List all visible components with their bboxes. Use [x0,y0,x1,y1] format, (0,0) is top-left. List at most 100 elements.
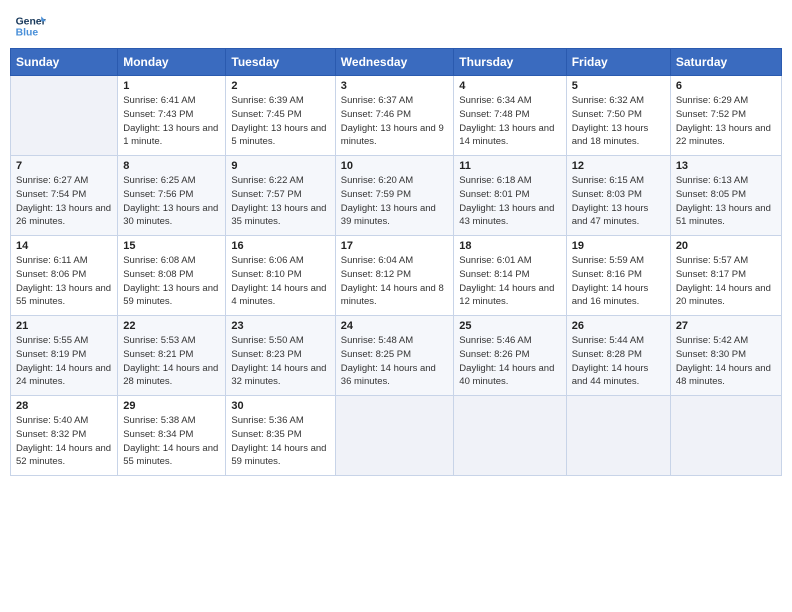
day-cell [454,396,566,476]
day-cell: 13 Sunrise: 6:13 AMSunset: 8:05 PMDayligh… [670,156,781,236]
day-number: 27 [676,320,776,332]
header-cell-saturday: Saturday [670,49,781,76]
day-cell: 30 Sunrise: 5:36 AMSunset: 8:35 PMDayligh… [226,396,335,476]
day-number: 13 [676,160,776,172]
week-row-3: 14Sunrise: 6:11 AMSunset: 8:06 PMDayligh… [11,236,782,316]
week-row-1: 1 Sunrise: 6:41 AMSunset: 7:43 PMDaylight… [11,76,782,156]
day-detail: Sunrise: 5:38 AMSunset: 8:34 PMDaylight:… [123,414,220,469]
day-number: 3 [341,80,449,92]
day-cell: 12 Sunrise: 6:15 AMSunset: 8:03 PMDayligh… [566,156,670,236]
calendar-table: SundayMondayTuesdayWednesdayThursdayFrid… [10,48,782,476]
day-detail: Sunrise: 5:48 AMSunset: 8:25 PMDaylight:… [341,334,449,389]
day-detail: Sunrise: 6:41 AMSunset: 7:43 PMDaylight:… [123,94,220,149]
day-number: 20 [676,240,776,252]
day-number: 26 [572,320,665,332]
day-number: 10 [341,160,449,172]
day-cell [11,76,118,156]
header-cell-monday: Monday [118,49,226,76]
day-number: 6 [676,80,776,92]
day-cell [335,396,454,476]
day-number: 16 [231,240,329,252]
day-cell: 22 Sunrise: 5:53 AMSunset: 8:21 PMDayligh… [118,316,226,396]
week-row-5: 28 Sunrise: 5:40 AMSunset: 8:32 PMDayligh… [11,396,782,476]
day-detail: Sunrise: 5:59 AMSunset: 8:16 PMDaylight:… [572,254,665,309]
day-number: 21 [16,320,112,332]
day-cell: 9 Sunrise: 6:22 AMSunset: 7:57 PMDaylight… [226,156,335,236]
day-detail: Sunrise: 6:18 AMSunset: 8:01 PMDaylight:… [459,174,560,229]
header-cell-tuesday: Tuesday [226,49,335,76]
day-cell: 24Sunrise: 5:48 AMSunset: 8:25 PMDayligh… [335,316,454,396]
day-detail: Sunrise: 6:06 AMSunset: 8:10 PMDaylight:… [231,254,329,309]
day-cell: 19 Sunrise: 5:59 AMSunset: 8:16 PMDayligh… [566,236,670,316]
day-cell: 23 Sunrise: 5:50 AMSunset: 8:23 PMDayligh… [226,316,335,396]
day-cell: 18 Sunrise: 6:01 AMSunset: 8:14 PMDayligh… [454,236,566,316]
day-number: 4 [459,80,560,92]
day-number: 1 [123,80,220,92]
day-number: 28 [16,400,112,412]
day-detail: Sunrise: 5:50 AMSunset: 8:23 PMDaylight:… [231,334,329,389]
day-cell: 17 Sunrise: 6:04 AMSunset: 8:12 PMDayligh… [335,236,454,316]
day-detail: Sunrise: 6:22 AMSunset: 7:57 PMDaylight:… [231,174,329,229]
day-cell: 2 Sunrise: 6:39 AMSunset: 7:45 PMDaylight… [226,76,335,156]
day-number: 14 [16,240,112,252]
page-header: General Blue [10,10,782,42]
day-cell: 20 Sunrise: 5:57 AMSunset: 8:17 PMDayligh… [670,236,781,316]
day-number: 7 [16,160,112,172]
day-cell: 29 Sunrise: 5:38 AMSunset: 8:34 PMDayligh… [118,396,226,476]
day-cell [670,396,781,476]
logo-icon: General Blue [14,10,46,42]
day-number: 30 [231,400,329,412]
header-cell-sunday: Sunday [11,49,118,76]
day-detail: Sunrise: 5:57 AMSunset: 8:17 PMDaylight:… [676,254,776,309]
day-number: 18 [459,240,560,252]
day-cell: 28 Sunrise: 5:40 AMSunset: 8:32 PMDayligh… [11,396,118,476]
calendar-body: 1 Sunrise: 6:41 AMSunset: 7:43 PMDaylight… [11,76,782,476]
day-detail: Sunrise: 6:08 AMSunset: 8:08 PMDaylight:… [123,254,220,309]
day-cell: 3 Sunrise: 6:37 AMSunset: 7:46 PMDaylight… [335,76,454,156]
day-cell: 15Sunrise: 6:08 AMSunset: 8:08 PMDayligh… [118,236,226,316]
day-detail: Sunrise: 6:37 AMSunset: 7:46 PMDaylight:… [341,94,449,149]
day-number: 8 [123,160,220,172]
day-detail: Sunrise: 6:15 AMSunset: 8:03 PMDaylight:… [572,174,665,229]
header-cell-friday: Friday [566,49,670,76]
day-detail: Sunrise: 6:13 AMSunset: 8:05 PMDaylight:… [676,174,776,229]
day-detail: Sunrise: 5:42 AMSunset: 8:30 PMDaylight:… [676,334,776,389]
calendar-header: SundayMondayTuesdayWednesdayThursdayFrid… [11,49,782,76]
day-number: 22 [123,320,220,332]
week-row-2: 7 Sunrise: 6:27 AMSunset: 7:54 PMDaylight… [11,156,782,236]
day-number: 19 [572,240,665,252]
day-detail: Sunrise: 6:01 AMSunset: 8:14 PMDaylight:… [459,254,560,309]
day-cell: 1 Sunrise: 6:41 AMSunset: 7:43 PMDaylight… [118,76,226,156]
day-number: 9 [231,160,329,172]
day-detail: Sunrise: 5:46 AMSunset: 8:26 PMDaylight:… [459,334,560,389]
day-detail: Sunrise: 5:36 AMSunset: 8:35 PMDaylight:… [231,414,329,469]
day-number: 25 [459,320,560,332]
day-detail: Sunrise: 6:27 AMSunset: 7:54 PMDaylight:… [16,174,112,229]
day-cell: 11Sunrise: 6:18 AMSunset: 8:01 PMDayligh… [454,156,566,236]
day-detail: Sunrise: 6:34 AMSunset: 7:48 PMDaylight:… [459,94,560,149]
week-row-4: 21 Sunrise: 5:55 AMSunset: 8:19 PMDayligh… [11,316,782,396]
day-cell: 26 Sunrise: 5:44 AMSunset: 8:28 PMDayligh… [566,316,670,396]
day-cell [566,396,670,476]
day-detail: Sunrise: 5:53 AMSunset: 8:21 PMDaylight:… [123,334,220,389]
day-detail: Sunrise: 5:55 AMSunset: 8:19 PMDaylight:… [16,334,112,389]
day-number: 23 [231,320,329,332]
day-detail: Sunrise: 6:20 AMSunset: 7:59 PMDaylight:… [341,174,449,229]
day-detail: Sunrise: 5:44 AMSunset: 8:28 PMDaylight:… [572,334,665,389]
day-number: 12 [572,160,665,172]
day-cell: 14Sunrise: 6:11 AMSunset: 8:06 PMDayligh… [11,236,118,316]
day-number: 2 [231,80,329,92]
day-detail: Sunrise: 6:04 AMSunset: 8:12 PMDaylight:… [341,254,449,309]
day-cell: 8 Sunrise: 6:25 AMSunset: 7:56 PMDaylight… [118,156,226,236]
day-detail: Sunrise: 6:39 AMSunset: 7:45 PMDaylight:… [231,94,329,149]
day-detail: Sunrise: 5:40 AMSunset: 8:32 PMDaylight:… [16,414,112,469]
day-cell: 25 Sunrise: 5:46 AMSunset: 8:26 PMDayligh… [454,316,566,396]
day-number: 29 [123,400,220,412]
day-cell: 27 Sunrise: 5:42 AMSunset: 8:30 PMDayligh… [670,316,781,396]
day-cell: 5Sunrise: 6:32 AMSunset: 7:50 PMDaylight… [566,76,670,156]
day-cell: 4 Sunrise: 6:34 AMSunset: 7:48 PMDaylight… [454,76,566,156]
day-detail: Sunrise: 6:25 AMSunset: 7:56 PMDaylight:… [123,174,220,229]
day-number: 17 [341,240,449,252]
day-cell: 16 Sunrise: 6:06 AMSunset: 8:10 PMDayligh… [226,236,335,316]
day-cell: 21 Sunrise: 5:55 AMSunset: 8:19 PMDayligh… [11,316,118,396]
